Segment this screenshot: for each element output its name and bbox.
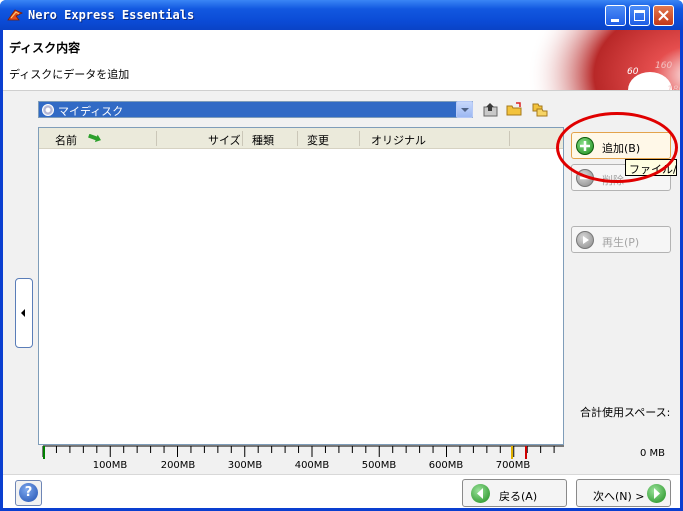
help-button[interactable]: ? xyxy=(15,480,42,506)
column-modified[interactable]: 変更 xyxy=(307,132,329,148)
capacity-ruler-ticks xyxy=(42,445,564,459)
gauge-tick: 60 xyxy=(627,67,639,77)
total-space-label: 合計使用スペース: xyxy=(580,406,671,419)
play-button[interactable]: 再生(P) xyxy=(571,226,671,253)
column-type[interactable]: 種類 xyxy=(252,132,274,148)
nero-logo-icon xyxy=(7,9,23,21)
total-space-value: 0 MB xyxy=(639,448,665,459)
collapse-panel-tab[interactable] xyxy=(15,278,33,348)
column-original[interactable]: オリジナル xyxy=(371,132,426,148)
minimize-icon xyxy=(611,19,619,22)
column-name[interactable]: 名前 xyxy=(55,132,77,148)
main-pane: マイディスク 名前 サイズ 種類 変更 オリジナル 100MB 200MB 30… xyxy=(3,90,680,474)
disc-selector-value: マイディスク xyxy=(58,105,124,118)
window-title: Nero Express Essentials xyxy=(28,8,195,22)
column-separator xyxy=(242,131,243,146)
ruler-label: 400MB xyxy=(294,460,330,471)
maximize-button[interactable] xyxy=(629,5,650,26)
highlight-circle xyxy=(556,112,678,183)
file-list-header: 名前 サイズ 種類 変更 オリジナル xyxy=(39,128,563,149)
play-icon xyxy=(576,231,594,249)
arrow-left-icon xyxy=(21,309,25,317)
help-icon: ? xyxy=(19,483,38,502)
maximize-icon xyxy=(634,10,645,21)
disc-selector[interactable]: マイディスク xyxy=(38,101,473,118)
ruler-label: 700MB xyxy=(495,460,531,471)
up-folder-icon[interactable] xyxy=(482,101,499,118)
arrow-left-icon xyxy=(471,484,490,503)
page-title: ディスク内容 xyxy=(9,41,81,55)
capacity-ruler: 100MB 200MB 300MB 400MB 500MB 600MB 700M… xyxy=(38,445,564,475)
play-button-label: 再生(P) xyxy=(602,236,640,249)
ruler-label: 500MB xyxy=(361,460,397,471)
open-folder-icon[interactable] xyxy=(506,101,523,118)
column-size[interactable]: サイズ xyxy=(208,132,241,148)
arrow-right-icon xyxy=(647,484,666,503)
column-separator xyxy=(156,131,157,146)
page-subtitle: ディスクにデータを追加 xyxy=(9,68,130,81)
chevron-down-icon[interactable] xyxy=(456,101,473,118)
sort-arrow-icon xyxy=(88,134,101,143)
minimize-button[interactable] xyxy=(605,5,626,26)
ruler-label: 200MB xyxy=(160,460,196,471)
disc-icon xyxy=(42,104,54,116)
column-separator xyxy=(297,131,298,146)
ruler-label: 300MB xyxy=(227,460,263,471)
gauge-tick: 160 xyxy=(655,61,672,71)
ruler-label: 100MB xyxy=(92,460,128,471)
file-list[interactable]: 名前 サイズ 種類 変更 オリジナル xyxy=(38,127,564,445)
ruler-label: 600MB xyxy=(428,460,464,471)
app-window: Nero Express Essentials ディスク内容 ディスクにデータを… xyxy=(0,0,683,511)
next-button[interactable]: 次へ(N) > xyxy=(576,479,671,507)
page-header: ディスク内容 ディスクにデータを追加 60 40 160 180 20 xyxy=(3,30,680,90)
title-bar[interactable]: Nero Express Essentials xyxy=(0,0,683,30)
next-button-label: 次へ(N) > xyxy=(593,490,645,503)
column-separator xyxy=(509,131,510,146)
speedometer-graphic: 60 40 160 180 20 xyxy=(515,30,680,90)
back-button[interactable]: 戻る(A) xyxy=(462,479,567,507)
column-separator xyxy=(359,131,360,146)
new-folder-icon[interactable] xyxy=(531,101,548,118)
back-button-label: 戻る(A) xyxy=(499,490,538,503)
close-icon xyxy=(658,10,669,21)
footer-bar: ? 戻る(A) 次へ(N) > xyxy=(3,474,680,508)
close-button[interactable] xyxy=(653,5,674,26)
client-area: ディスク内容 ディスクにデータを追加 60 40 160 180 20 xyxy=(3,30,680,508)
